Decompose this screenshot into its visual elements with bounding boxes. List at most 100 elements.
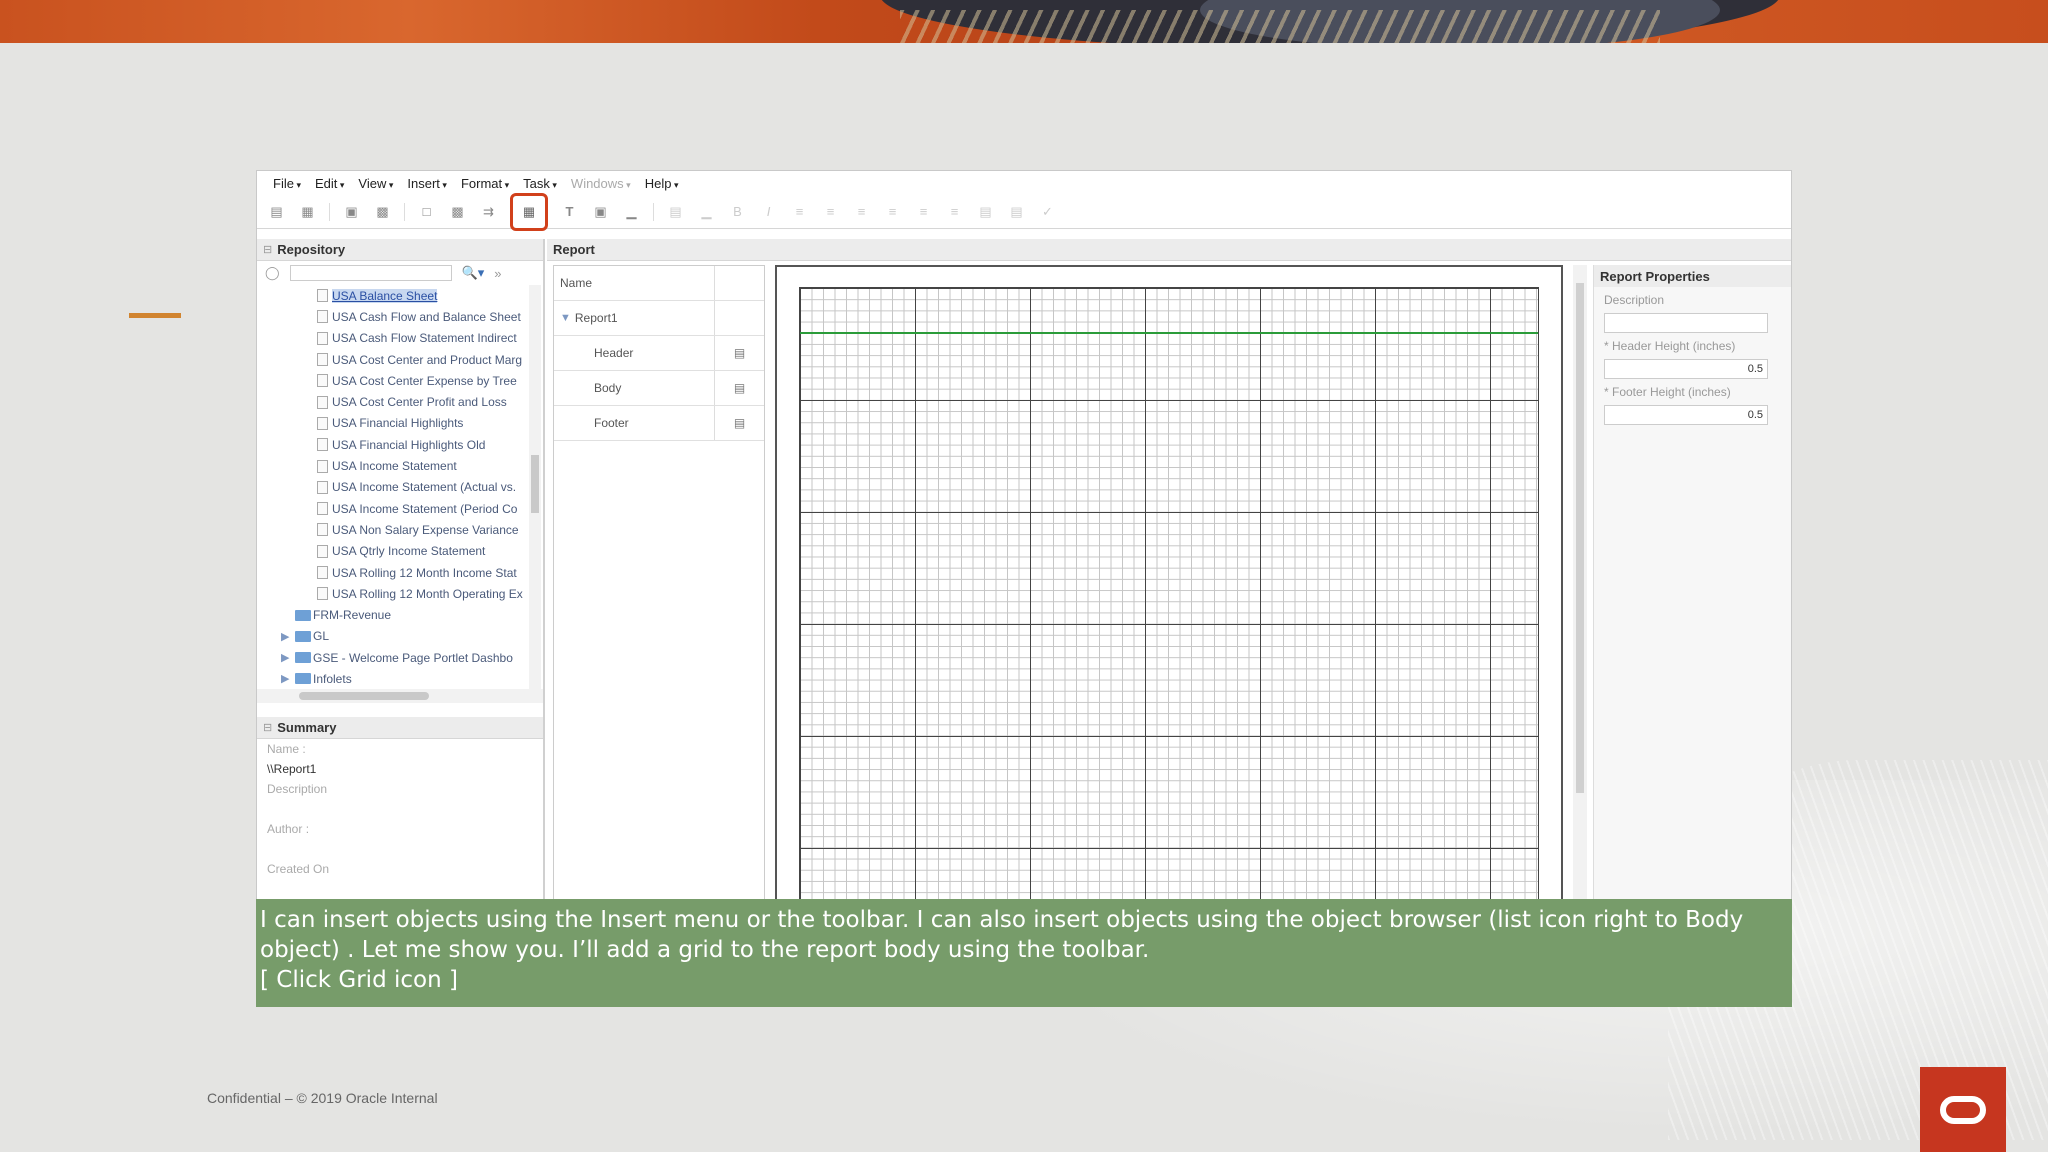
structure-report-root[interactable]: ▼ Report1 bbox=[554, 301, 764, 336]
menu-help[interactable]: Help bbox=[645, 176, 679, 191]
menu-windows: Windows bbox=[571, 176, 631, 191]
repository-item-label: USA Cost Center Expense by Tree bbox=[332, 373, 517, 388]
scroll-thumb[interactable] bbox=[531, 455, 539, 513]
repository-vertical-scrollbar[interactable] bbox=[529, 285, 541, 689]
structure-section-header[interactable]: Header ▤ bbox=[554, 336, 764, 371]
merge-icon: ▤ bbox=[979, 203, 992, 219]
repository-item[interactable]: USA Financial Highlights bbox=[257, 413, 543, 434]
save-icon[interactable]: ▣ bbox=[342, 202, 361, 221]
expand-triangle-icon[interactable]: ▶ bbox=[281, 651, 295, 664]
column-action-cell bbox=[714, 301, 764, 335]
repository-search-input[interactable] bbox=[289, 265, 452, 281]
validate-icon: ✓ bbox=[1042, 203, 1053, 219]
report-document-icon bbox=[317, 587, 328, 601]
expand-triangle-icon[interactable]: ▼ bbox=[554, 312, 571, 324]
object-browser-icon[interactable]: ▤ bbox=[714, 406, 764, 440]
new-report-icon[interactable]: ▤ bbox=[267, 202, 286, 221]
repository-item[interactable]: USA Income Statement bbox=[257, 455, 543, 476]
header-height-label: * Header Height (inches) bbox=[1604, 339, 1736, 353]
repository-item[interactable]: USA Financial Highlights Old bbox=[257, 434, 543, 455]
print-preview-icon[interactable]: □ bbox=[417, 202, 436, 221]
repository-search-row: ◯ 🔍▾ » bbox=[257, 261, 543, 285]
refresh-icon[interactable]: ◯ bbox=[265, 265, 280, 281]
report-designer-window: File Edit View Insert Format Task Window… bbox=[256, 170, 1792, 902]
folder-icon bbox=[295, 652, 311, 664]
format-icon: ▤ bbox=[669, 203, 682, 219]
header-height-input[interactable]: 0.5 bbox=[1604, 359, 1768, 379]
object-browser-icon[interactable]: ▤ bbox=[714, 336, 764, 370]
repository-item-label: USA Financial Highlights bbox=[332, 416, 464, 431]
insert-image-icon[interactable]: ▣ bbox=[591, 202, 610, 221]
repository-item[interactable]: USA Cost Center Expense by Tree bbox=[257, 370, 543, 391]
repository-horizontal-scrollbar[interactable] bbox=[257, 689, 543, 703]
repository-item[interactable]: FRM-Revenue bbox=[257, 604, 543, 625]
repository-title-label: Repository bbox=[277, 242, 346, 257]
menu-file[interactable]: File bbox=[273, 176, 301, 191]
scroll-thumb[interactable] bbox=[1576, 283, 1584, 793]
insert-grid-icon[interactable]: ▦ bbox=[510, 192, 548, 231]
collapse-icon[interactable]: ⊟ bbox=[263, 721, 272, 734]
summary-spacer bbox=[257, 799, 543, 819]
footer-height-input[interactable]: 0.5 bbox=[1604, 405, 1768, 425]
structure-section-body[interactable]: Body ▤ bbox=[554, 371, 764, 406]
menu-format[interactable]: Format bbox=[461, 176, 509, 191]
folder-icon bbox=[295, 630, 311, 642]
save-as-icon[interactable]: ▩ bbox=[373, 202, 392, 221]
menu-insert[interactable]: Insert bbox=[407, 176, 447, 191]
repository-item[interactable]: USA Balance Sheet bbox=[257, 285, 543, 306]
open-folder-icon[interactable]: ▦ bbox=[298, 202, 317, 221]
insert-chart-icon[interactable]: ▁ bbox=[622, 202, 641, 221]
repository-item[interactable]: USA Income Statement (Period Co bbox=[257, 498, 543, 519]
expand-arrow-icon[interactable]: » bbox=[494, 266, 501, 281]
report-document-icon bbox=[317, 459, 328, 473]
report-document-icon bbox=[317, 566, 328, 579]
summary-title: ⊟ Summary bbox=[257, 717, 543, 739]
description-input[interactable] bbox=[1604, 313, 1768, 333]
menu-task[interactable]: Task bbox=[523, 176, 557, 191]
refresh-icon[interactable]: ▩ bbox=[448, 202, 467, 221]
repository-item[interactable]: USA Income Statement (Actual vs. bbox=[257, 477, 543, 498]
repository-item[interactable]: USA Cost Center and Product Marg bbox=[257, 349, 543, 370]
align-center-icon: ≡ bbox=[826, 204, 835, 219]
report-canvas[interactable] bbox=[775, 265, 1563, 901]
search-icon[interactable]: 🔍▾ bbox=[462, 265, 485, 281]
export-icon[interactable]: ⇉ bbox=[479, 202, 498, 221]
repository-item[interactable]: ▶ GL bbox=[257, 626, 543, 647]
repository-item[interactable]: USA Cash Flow Statement Indirect bbox=[257, 328, 543, 349]
expand-triangle-icon[interactable]: ▶ bbox=[281, 630, 295, 643]
oracle-ring-icon bbox=[1940, 1095, 1986, 1124]
report-document-icon bbox=[317, 438, 328, 452]
repository-item-label: USA Balance Sheet bbox=[332, 288, 438, 303]
menu-bar: File Edit View Insert Format Task Window… bbox=[257, 171, 1791, 195]
repository-item[interactable]: USA Rolling 12 Month Income Stat bbox=[257, 562, 543, 583]
repository-item[interactable]: USA Rolling 12 Month Operating Ex bbox=[257, 583, 543, 604]
header-boundary-line[interactable] bbox=[800, 332, 1538, 334]
repository-item-label: USA Cash Flow Statement Indirect bbox=[332, 331, 517, 346]
repository-item-label: USA Non Salary Expense Variance bbox=[332, 522, 519, 537]
description-label: Description bbox=[1604, 293, 1665, 307]
repository-item[interactable]: USA Cost Center Profit and Loss bbox=[257, 391, 543, 412]
repository-item[interactable]: ▶ Infolets bbox=[257, 668, 543, 689]
collapse-icon[interactable]: ⊟ bbox=[263, 243, 272, 256]
repository-item-label: USA Income Statement (Period Co bbox=[332, 501, 518, 516]
insert-text-icon[interactable]: T bbox=[560, 202, 579, 221]
repository-item[interactable]: USA Cash Flow and Balance Sheet bbox=[257, 306, 543, 327]
repository-item-label: USA Income Statement bbox=[332, 459, 457, 474]
design-grid[interactable] bbox=[799, 287, 1539, 901]
menu-view[interactable]: View bbox=[358, 176, 393, 191]
summary-author-label: Author : bbox=[267, 822, 310, 836]
repository-item[interactable]: USA Non Salary Expense Variance bbox=[257, 519, 543, 540]
expand-triangle-icon[interactable]: ▶ bbox=[281, 672, 295, 685]
menu-edit[interactable]: Edit bbox=[315, 176, 344, 191]
repository-item-label: USA Qtrly Income Statement bbox=[332, 544, 486, 559]
narration-caption: I can insert objects using the Insert me… bbox=[256, 899, 1792, 1007]
object-browser-icon[interactable]: ▤ bbox=[714, 371, 764, 405]
structure-section-footer[interactable]: Footer ▤ bbox=[554, 406, 764, 441]
repository-item[interactable]: ▶ GSE - Welcome Page Portlet Dashbo bbox=[257, 647, 543, 668]
canvas-vertical-scrollbar[interactable] bbox=[1573, 265, 1587, 901]
justify-icon: ≡ bbox=[888, 204, 897, 219]
repository-item[interactable]: USA Qtrly Income Statement bbox=[257, 541, 543, 562]
scroll-thumb[interactable] bbox=[299, 692, 429, 700]
repository-item-label: GL bbox=[313, 629, 330, 644]
folder-icon bbox=[295, 609, 311, 621]
